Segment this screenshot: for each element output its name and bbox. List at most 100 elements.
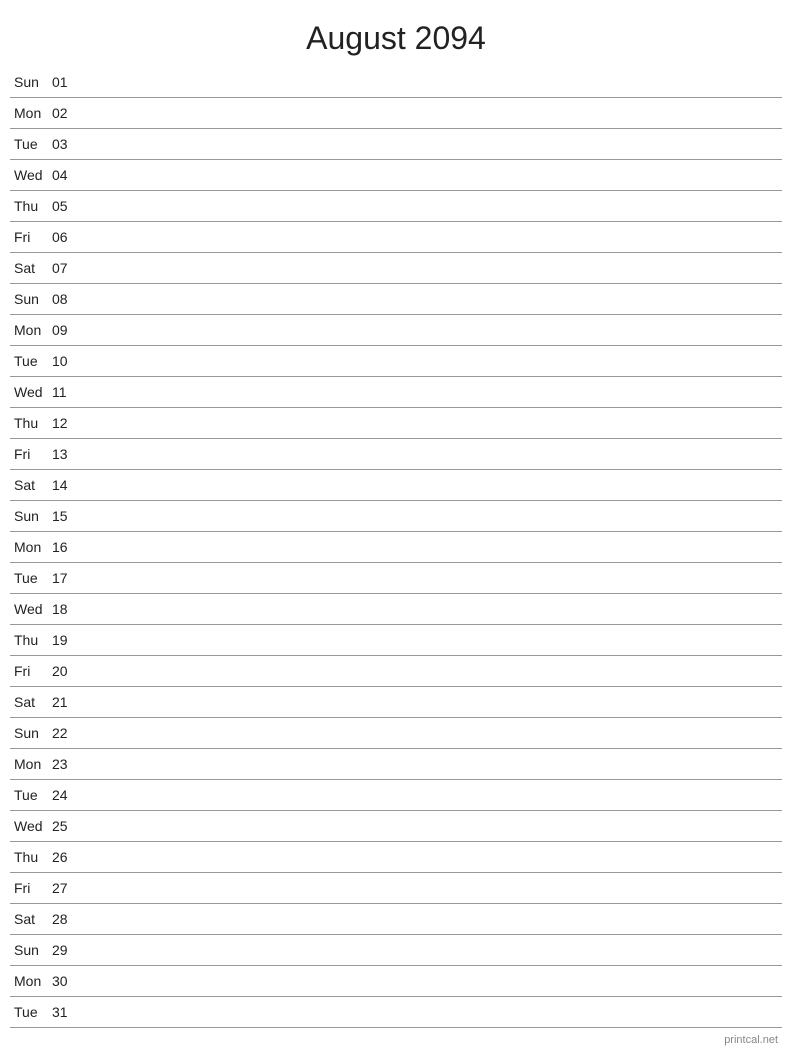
calendar-row: Sat28 [10, 904, 782, 935]
day-number: 24 [52, 787, 80, 803]
day-line [80, 764, 782, 765]
calendar-row: Tue10 [10, 346, 782, 377]
calendar-row: Sun08 [10, 284, 782, 315]
day-line [80, 578, 782, 579]
calendar-row: Mon02 [10, 98, 782, 129]
day-line [80, 144, 782, 145]
calendar-row: Wed11 [10, 377, 782, 408]
day-name: Mon [10, 322, 52, 338]
calendar-row: Wed04 [10, 160, 782, 191]
day-number: 12 [52, 415, 80, 431]
day-number: 30 [52, 973, 80, 989]
calendar-row: Wed18 [10, 594, 782, 625]
day-name: Sun [10, 508, 52, 524]
day-number: 06 [52, 229, 80, 245]
day-line [80, 454, 782, 455]
day-name: Thu [10, 198, 52, 214]
calendar-row: Mon23 [10, 749, 782, 780]
day-name: Sat [10, 477, 52, 493]
day-line [80, 82, 782, 83]
day-number: 15 [52, 508, 80, 524]
day-number: 14 [52, 477, 80, 493]
day-number: 08 [52, 291, 80, 307]
day-line [80, 237, 782, 238]
day-line [80, 640, 782, 641]
day-number: 05 [52, 198, 80, 214]
day-number: 07 [52, 260, 80, 276]
day-line [80, 516, 782, 517]
day-number: 26 [52, 849, 80, 865]
day-line [80, 361, 782, 362]
calendar-row: Tue31 [10, 997, 782, 1028]
calendar-row: Mon09 [10, 315, 782, 346]
day-name: Mon [10, 756, 52, 772]
footer-text: printcal.net [724, 1034, 778, 1046]
day-name: Wed [10, 601, 52, 617]
day-number: 18 [52, 601, 80, 617]
day-line [80, 826, 782, 827]
day-line [80, 733, 782, 734]
day-line [80, 888, 782, 889]
day-name: Sat [10, 260, 52, 276]
calendar-row: Fri06 [10, 222, 782, 253]
calendar-row: Tue24 [10, 780, 782, 811]
day-name: Sun [10, 74, 52, 90]
calendar-row: Fri27 [10, 873, 782, 904]
calendar-row: Thu05 [10, 191, 782, 222]
day-name: Fri [10, 229, 52, 245]
day-name: Wed [10, 167, 52, 183]
day-name: Fri [10, 663, 52, 679]
day-number: 04 [52, 167, 80, 183]
day-number: 10 [52, 353, 80, 369]
day-name: Tue [10, 353, 52, 369]
day-name: Fri [10, 446, 52, 462]
calendar-row: Sat21 [10, 687, 782, 718]
day-line [80, 268, 782, 269]
calendar-row: Sun15 [10, 501, 782, 532]
day-line [80, 919, 782, 920]
calendar-row: Sat07 [10, 253, 782, 284]
calendar-row: Sun29 [10, 935, 782, 966]
calendar-row: Tue03 [10, 129, 782, 160]
day-name: Fri [10, 880, 52, 896]
day-number: 28 [52, 911, 80, 927]
day-number: 09 [52, 322, 80, 338]
calendar-row: Thu12 [10, 408, 782, 439]
day-line [80, 113, 782, 114]
day-name: Tue [10, 570, 52, 586]
day-line [80, 299, 782, 300]
day-name: Tue [10, 1004, 52, 1020]
day-name: Sun [10, 725, 52, 741]
day-number: 17 [52, 570, 80, 586]
day-number: 31 [52, 1004, 80, 1020]
calendar-row: Thu19 [10, 625, 782, 656]
day-number: 03 [52, 136, 80, 152]
day-name: Thu [10, 849, 52, 865]
day-number: 16 [52, 539, 80, 555]
page-title: August 2094 [0, 0, 792, 67]
day-number: 29 [52, 942, 80, 958]
day-number: 23 [52, 756, 80, 772]
day-name: Tue [10, 136, 52, 152]
day-number: 20 [52, 663, 80, 679]
day-name: Mon [10, 539, 52, 555]
calendar-row: Tue17 [10, 563, 782, 594]
day-name: Tue [10, 787, 52, 803]
day-line [80, 330, 782, 331]
day-name: Sat [10, 694, 52, 710]
calendar-container: Sun01Mon02Tue03Wed04Thu05Fri06Sat07Sun08… [0, 67, 792, 1028]
day-name: Sun [10, 291, 52, 307]
day-number: 02 [52, 105, 80, 121]
day-line [80, 547, 782, 548]
day-line [80, 1012, 782, 1013]
day-name: Mon [10, 973, 52, 989]
calendar-row: Mon30 [10, 966, 782, 997]
day-line [80, 950, 782, 951]
day-name: Sun [10, 942, 52, 958]
day-name: Thu [10, 415, 52, 431]
day-line [80, 392, 782, 393]
day-number: 21 [52, 694, 80, 710]
calendar-row: Fri20 [10, 656, 782, 687]
calendar-row: Wed25 [10, 811, 782, 842]
day-name: Sat [10, 911, 52, 927]
